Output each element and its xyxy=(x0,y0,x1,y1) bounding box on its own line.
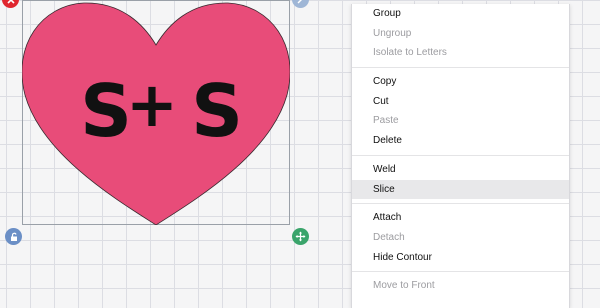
menu-item-paste[interactable]: Paste xyxy=(352,111,569,131)
menu-item-copy[interactable]: Copy xyxy=(352,72,569,92)
monogram-plus: + xyxy=(126,68,178,141)
menu-item-ungroup[interactable]: Ungroup xyxy=(352,24,569,44)
menu-group-arrange: Move to Front xyxy=(352,276,569,296)
move-handle[interactable] xyxy=(292,228,309,245)
menu-group-attach: Attach Detach Hide Contour xyxy=(352,208,569,267)
heart-design[interactable]: S + S xyxy=(22,0,290,225)
menu-item-delete[interactable]: Delete xyxy=(352,131,569,151)
menu-item-isolate-to-letters[interactable]: Isolate to Letters xyxy=(352,43,569,63)
move-icon xyxy=(295,231,306,242)
menu-item-cut[interactable]: Cut xyxy=(352,92,569,112)
menu-item-group[interactable]: Group xyxy=(352,4,569,24)
menu-group-grouping: Group Ungroup Isolate to Letters xyxy=(352,4,569,63)
unlock-icon xyxy=(10,232,17,241)
menu-item-attach[interactable]: Attach xyxy=(352,208,569,228)
resize-icon xyxy=(297,0,301,3)
menu-divider xyxy=(352,154,569,156)
menu-divider xyxy=(352,203,569,205)
menu-item-hide-contour[interactable]: Hide Contour xyxy=(352,248,569,268)
menu-item-detach[interactable]: Detach xyxy=(352,228,569,248)
menu-item-slice[interactable]: Slice xyxy=(352,179,569,200)
menu-group-clipboard: Copy Cut Paste Delete xyxy=(352,72,569,151)
delete-handle[interactable] xyxy=(2,0,19,8)
lock-handle[interactable] xyxy=(5,228,22,245)
menu-divider xyxy=(352,271,569,273)
menu-divider xyxy=(352,67,569,69)
menu-group-combine: Weld Slice xyxy=(352,160,569,200)
context-menu: Group Ungroup Isolate to Letters Copy Cu… xyxy=(351,4,570,308)
close-icon xyxy=(6,0,15,4)
monogram-right-letter: S xyxy=(191,69,243,153)
monogram-left-letter: S xyxy=(80,69,132,153)
menu-item-move-to-front[interactable]: Move to Front xyxy=(352,276,569,296)
menu-item-weld[interactable]: Weld xyxy=(352,160,569,180)
resize-handle[interactable] xyxy=(292,0,309,8)
